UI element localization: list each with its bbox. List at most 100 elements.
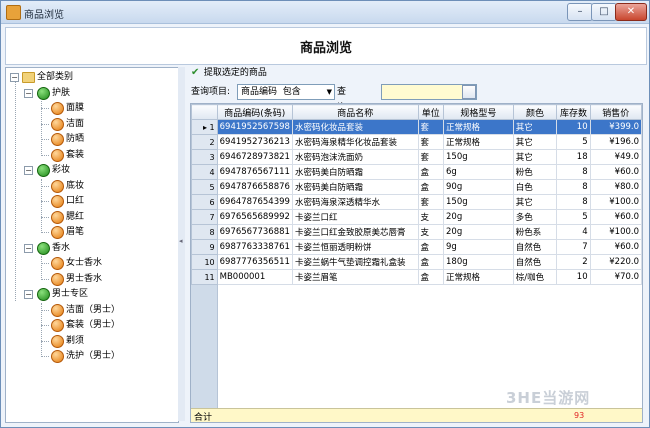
table-cell[interactable]: ¥60.0	[589, 209, 642, 225]
table-cell[interactable]: ¥100.0	[589, 194, 642, 210]
tree-item[interactable]: 男士香水	[41, 272, 171, 286]
collapse-icon[interactable]: −	[24, 166, 33, 175]
table-row[interactable]: 2 6941952736213 水密码海泉精华化妆品套装套正常规格 其它 5 ¥196.0	[191, 134, 642, 150]
table-cell[interactable]: 卡姿兰眉笔	[291, 269, 419, 285]
column-header[interactable]: 商品编码(条码)	[216, 104, 293, 120]
table-cell[interactable]: 其它	[512, 134, 558, 150]
table-cell[interactable]: 8	[556, 179, 591, 195]
table-cell[interactable]: MB000001	[216, 269, 293, 285]
table-cell[interactable]: 9g	[443, 239, 514, 255]
table-cell[interactable]: 6987776356511	[216, 254, 293, 270]
table-cell[interactable]: 其它	[512, 149, 558, 165]
table-cell[interactable]: 6987763338761	[216, 239, 293, 255]
table-row[interactable]: 9 6987763338761 卡姿兰恒丽透明粉饼盒 9g 自然色 7 ¥60.0	[191, 239, 642, 255]
table-row[interactable]: 10 6987776356511 卡姿兰蜗牛气垫调控霜礼盒装盒 180g 自然色 2 ¥22…	[191, 254, 642, 270]
table-cell[interactable]: 5	[556, 134, 591, 150]
table-cell[interactable]: 10	[556, 119, 591, 135]
tree-item[interactable]: 套装（男士）	[41, 318, 171, 332]
column-header[interactable]: 颜色	[512, 104, 558, 120]
table-cell[interactable]: 盒	[417, 269, 445, 285]
row-number[interactable]: 4	[191, 164, 218, 180]
table-cell[interactable]: 套	[417, 149, 445, 165]
table-cell[interactable]: 水密码海泉深透精华水	[291, 194, 419, 210]
table-cell[interactable]: 6g	[443, 164, 514, 180]
table-cell[interactable]: 支	[417, 224, 445, 240]
table-cell[interactable]: ¥70.0	[589, 269, 642, 285]
row-number[interactable]: 6	[191, 194, 218, 210]
table-cell[interactable]: 180g	[443, 254, 514, 270]
table-cell[interactable]: 卡姿兰恒丽透明粉饼	[291, 239, 419, 255]
table-cell[interactable]: 6976567736881	[216, 224, 293, 240]
close-button[interactable]: ✕	[615, 3, 647, 21]
table-cell[interactable]: 盒	[417, 179, 445, 195]
table-cell[interactable]: ¥60.0	[589, 239, 642, 255]
table-cell[interactable]: 18	[556, 149, 591, 165]
table-cell[interactable]: 2	[556, 254, 591, 270]
tree-item[interactable]: 眉笔	[41, 225, 171, 239]
table-cell[interactable]: 套	[417, 119, 445, 135]
table-cell[interactable]: 盒	[417, 164, 445, 180]
table-row[interactable]: 4 6947876567111 水密码美白防晒霜盒 6g 粉色 8 ¥60.0	[191, 164, 642, 180]
table-cell[interactable]: 套	[417, 194, 445, 210]
table-cell[interactable]: ¥80.0	[589, 179, 642, 195]
tree-item[interactable]: 面膜	[41, 101, 171, 115]
column-header[interactable]: 库存数	[556, 104, 591, 120]
table-cell[interactable]: ¥49.0	[589, 149, 642, 165]
tree-item[interactable]: 防晒	[41, 132, 171, 146]
tree-item[interactable]: 套装	[41, 148, 171, 162]
table-cell[interactable]: 其它	[512, 194, 558, 210]
query-search-button[interactable]	[462, 85, 476, 99]
table-cell[interactable]: 6941952567598	[216, 119, 293, 135]
table-cell[interactable]: 粉色系	[512, 224, 558, 240]
table-row[interactable]: 6 6964787654399 水密码海泉深透精华水套 150g 其它 8 ¥100.0	[191, 194, 642, 210]
table-cell[interactable]: 6964787654399	[216, 194, 293, 210]
table-cell[interactable]: 90g	[443, 179, 514, 195]
table-cell[interactable]: 卡姿兰口红	[291, 209, 419, 225]
tree-item[interactable]: 洁面（男士）	[41, 303, 171, 317]
table-cell[interactable]: ¥60.0	[589, 164, 642, 180]
row-number[interactable]: 2	[191, 134, 218, 150]
table-cell[interactable]: 支	[417, 209, 445, 225]
fetch-selected-button[interactable]: ✔ 提取选定的商品	[191, 66, 267, 80]
table-row[interactable]: ▸ 1 6941952567598 水密码化妆品套装套正常规格 其它 10 ¥399.0	[191, 119, 642, 135]
panel-splitter[interactable]: ◂	[178, 67, 185, 421]
tree-group[interactable]: − 香水	[24, 241, 174, 255]
table-cell[interactable]: 4	[556, 224, 591, 240]
column-header[interactable]: 商品名称	[291, 104, 419, 120]
table-cell[interactable]: 盒	[417, 254, 445, 270]
row-number[interactable]: 8	[191, 224, 218, 240]
table-cell[interactable]: 水密码美白防晒霜	[291, 179, 419, 195]
column-header[interactable]: 销售价	[589, 104, 642, 120]
tree-group[interactable]: − 彩妆	[24, 163, 174, 177]
row-number[interactable]: ▸ 1	[191, 119, 218, 135]
table-cell[interactable]: 20g	[443, 224, 514, 240]
table-cell[interactable]: 水密码美白防晒霜	[291, 164, 419, 180]
collapse-icon[interactable]: −	[24, 243, 33, 253]
table-cell[interactable]: ¥100.0	[589, 224, 642, 240]
tree-item[interactable]: 洁面	[41, 117, 171, 131]
table-cell[interactable]: 套	[417, 134, 445, 150]
table-cell[interactable]: 6947876658876	[216, 179, 293, 195]
table-cell[interactable]: 6941952736213	[216, 134, 293, 150]
table-cell[interactable]: 7	[556, 239, 591, 255]
table-cell[interactable]: 水密码泡沫洗面奶	[291, 149, 419, 165]
table-cell[interactable]: 10	[556, 269, 591, 285]
table-row[interactable]: 3 6946728973821 水密码泡沫洗面奶套 150g 其它 18 ¥49.0	[191, 149, 642, 165]
table-cell[interactable]: 卡姿兰蜗牛气垫调控霜礼盒装	[291, 254, 419, 270]
table-cell[interactable]: 水密码化妆品套装	[291, 119, 419, 135]
table-cell[interactable]: 盒	[417, 239, 445, 255]
table-cell[interactable]: 其它	[512, 119, 558, 135]
table-cell[interactable]: 150g	[443, 194, 514, 210]
table-cell[interactable]: 6946728973821	[216, 149, 293, 165]
tree-item[interactable]: 剃须	[41, 334, 171, 348]
table-cell[interactable]: 粉色	[512, 164, 558, 180]
tree-item[interactable]: 女士香水	[41, 256, 171, 270]
table-cell[interactable]: ¥399.0	[589, 119, 642, 135]
column-header[interactable]: 规格型号	[443, 104, 514, 120]
table-cell[interactable]: 水密码海泉精华化妆品套装	[291, 134, 419, 150]
table-cell[interactable]: 8	[556, 164, 591, 180]
tree-item[interactable]: 腮红	[41, 210, 171, 224]
table-row[interactable]: 8 6976567736881 卡姿兰口红金致胶原美芯唇膏支 20g 粉色系 4 ¥100.…	[191, 224, 642, 240]
table-cell[interactable]: 正常规格	[443, 134, 514, 150]
table-cell[interactable]: 6947876567111	[216, 164, 293, 180]
